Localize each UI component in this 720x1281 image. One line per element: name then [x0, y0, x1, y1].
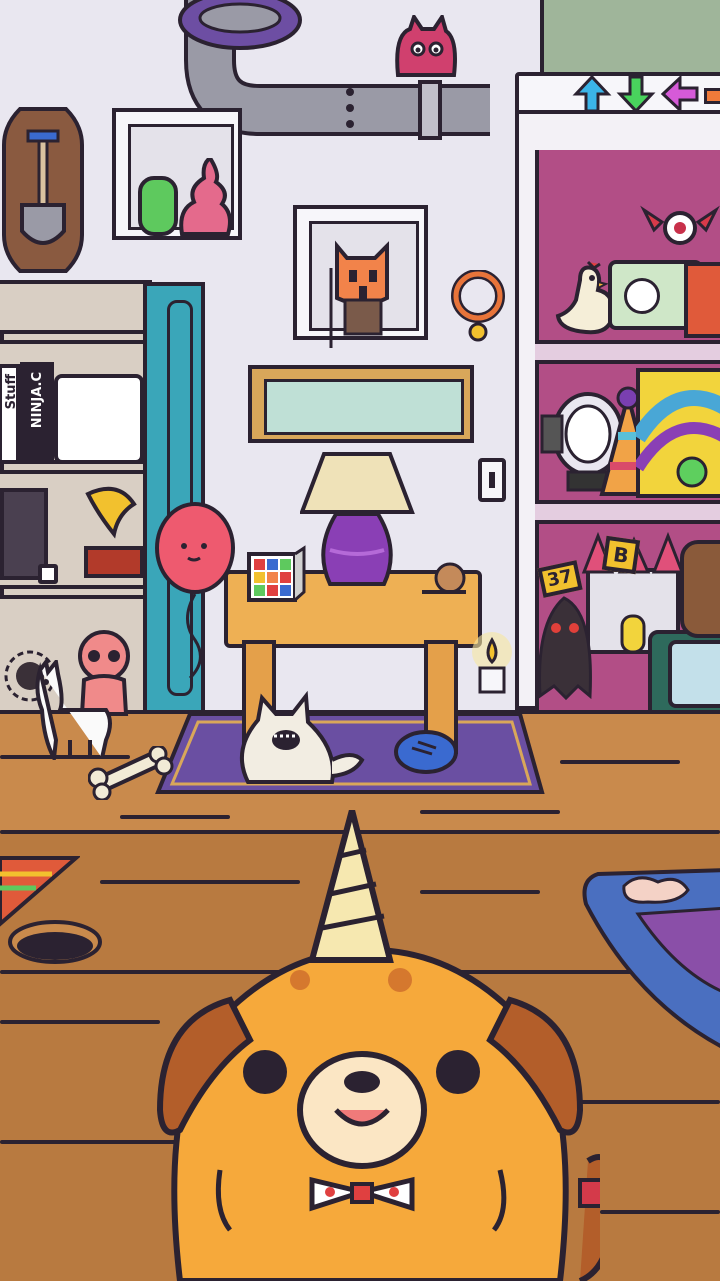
- gramophone-icon[interactable]: [78, 484, 144, 580]
- book-stuff-label: Stuff: [4, 374, 19, 410]
- light-switch[interactable]: [478, 458, 506, 502]
- shovel-plaque-icon[interactable]: [0, 105, 86, 275]
- unicorn-dog-character[interactable]: [140, 810, 600, 1281]
- striped-rug[interactable]: [0, 848, 80, 928]
- dice-icon[interactable]: [38, 564, 58, 584]
- arrow-left-icon[interactable]: [660, 74, 700, 114]
- laundry-basket-icon[interactable]: [54, 374, 144, 464]
- rainbow-painting-icon[interactable]: [636, 368, 720, 498]
- book-ninja[interactable]: NINJA.C: [20, 362, 54, 464]
- floor-line: [600, 1210, 720, 1214]
- balloon-icon[interactable]: [150, 500, 240, 680]
- pink-monster-icon[interactable]: [390, 15, 460, 80]
- lamp-icon[interactable]: [300, 450, 415, 595]
- left-shelf-board-3: [0, 585, 148, 599]
- flying-eye-icon[interactable]: [640, 200, 720, 250]
- llama-icon[interactable]: [30, 660, 115, 760]
- shadow-ghost-icon[interactable]: [534, 592, 596, 702]
- red-box-icon[interactable]: [684, 262, 720, 338]
- mirror-frame[interactable]: [248, 365, 474, 443]
- tribal-mask-figure-icon[interactable]: [325, 238, 400, 348]
- arrow-up-icon[interactable]: [572, 74, 612, 114]
- arrow-right-fragment-icon: [704, 88, 720, 104]
- book-stuff[interactable]: Stuff: [0, 364, 20, 464]
- hole-icon[interactable]: [6, 918, 104, 966]
- snail-icon[interactable]: [420, 560, 470, 596]
- ring-icon[interactable]: [450, 270, 506, 344]
- sign-letter: B: [601, 535, 641, 575]
- cactus-icon[interactable]: [134, 158, 234, 238]
- pink-shelf-board-2: [535, 500, 720, 524]
- rubiks-cube-icon[interactable]: [246, 544, 306, 604]
- arrow-down-icon[interactable]: [616, 74, 656, 114]
- room-scene: 37 B Stuff NINJA.C: [0, 0, 720, 1281]
- blue-slipper-icon[interactable]: [392, 724, 462, 776]
- white-cat-creature-icon[interactable]: [228, 690, 368, 786]
- left-shelf-board-1: [0, 330, 148, 344]
- chair-back: [680, 540, 720, 638]
- bone-icon[interactable]: [88, 746, 174, 800]
- book-ninja-label: NINJA.C: [30, 372, 45, 429]
- floor-line: [0, 1020, 160, 1024]
- candle-icon[interactable]: [470, 628, 514, 696]
- pink-shelf-board-1: [535, 340, 720, 364]
- window-frame: [540, 0, 720, 76]
- floor-line: [560, 760, 680, 764]
